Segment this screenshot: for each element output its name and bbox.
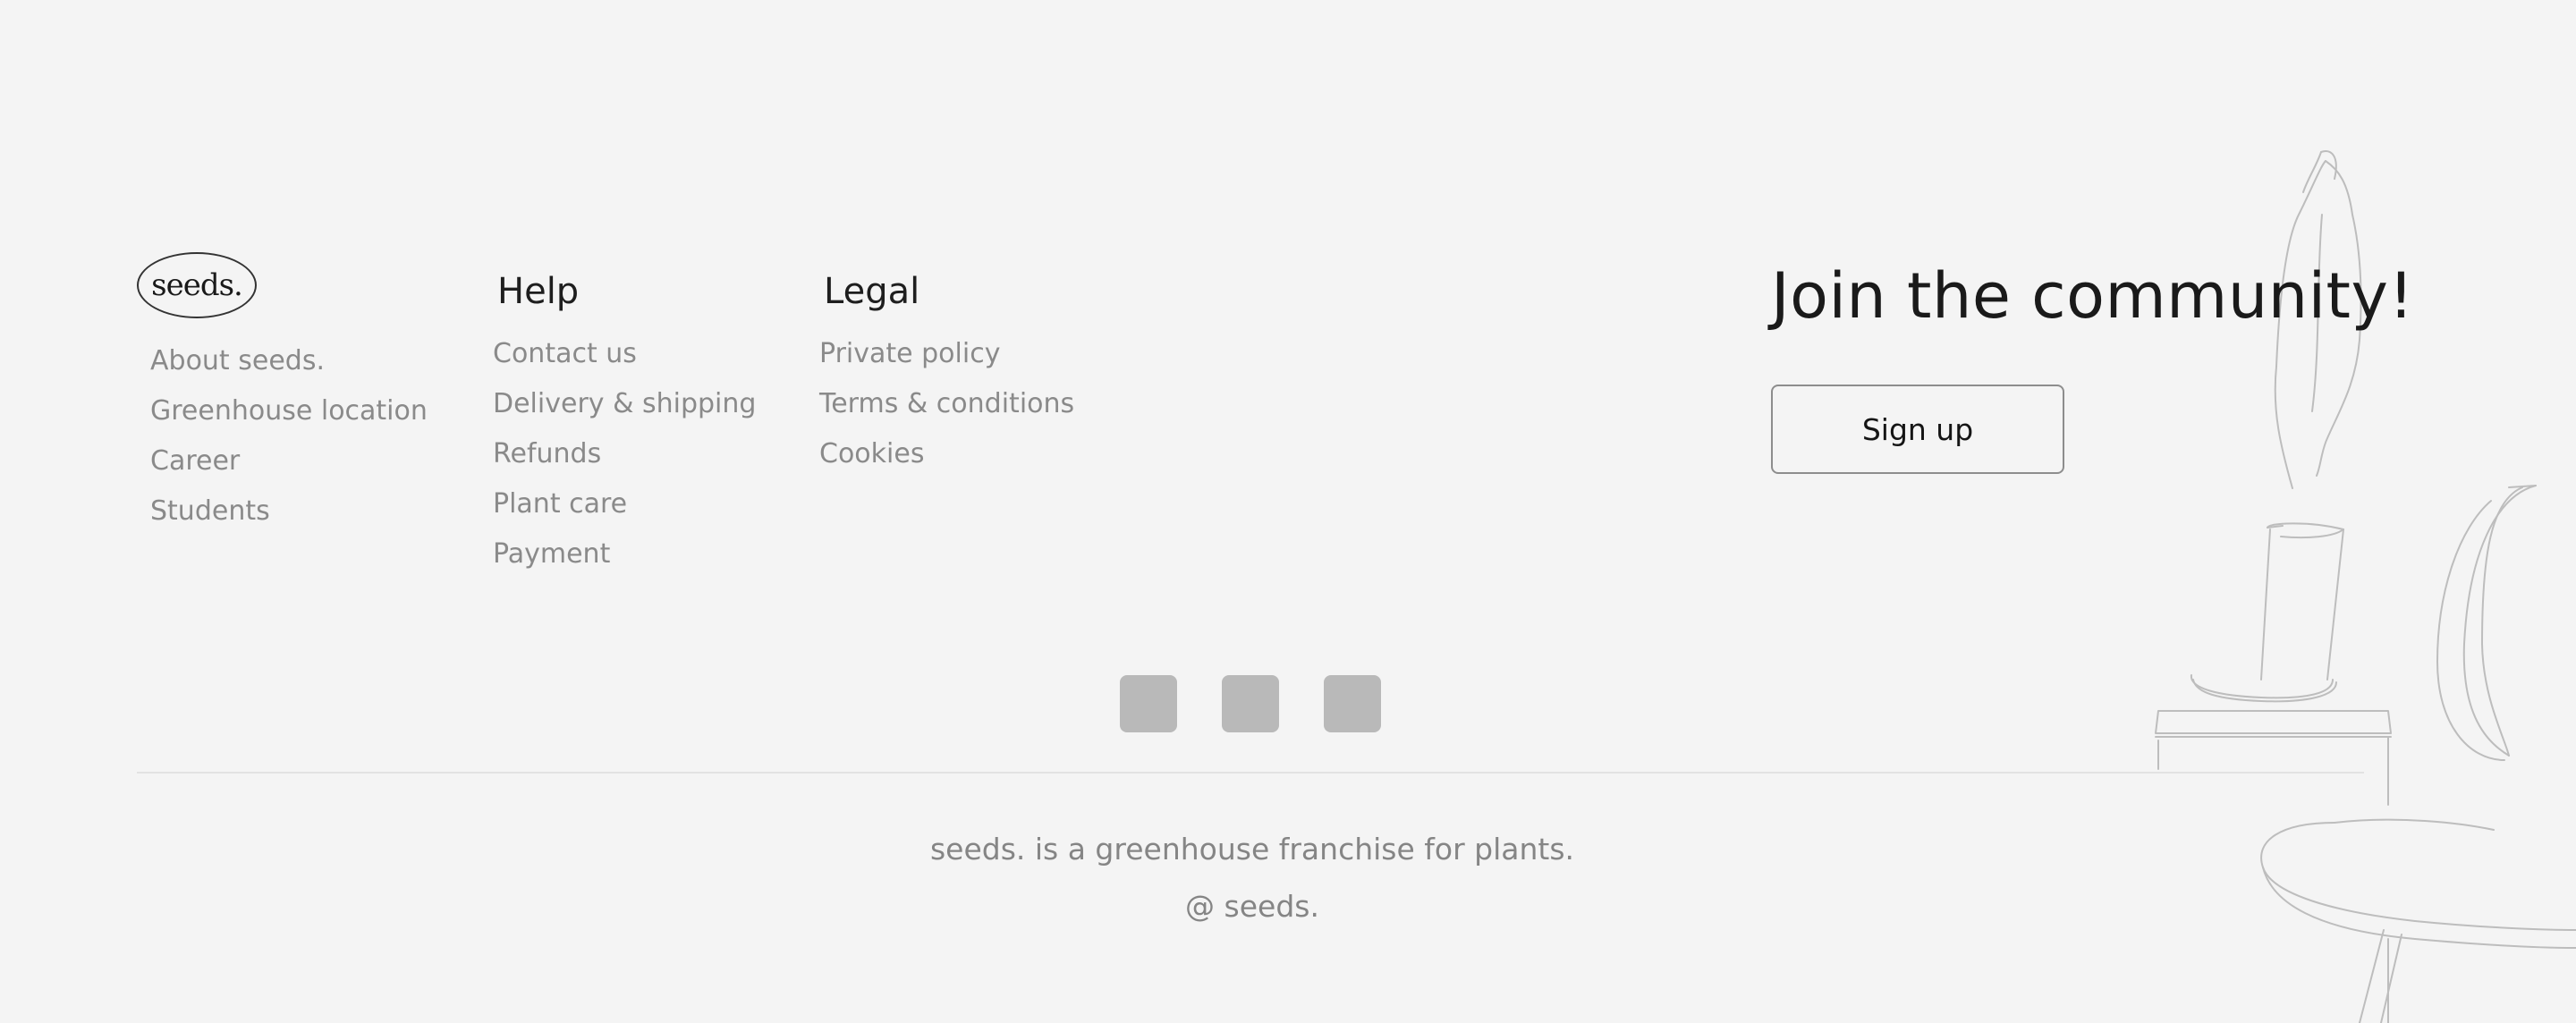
community-heading: Join the community! (1771, 259, 2414, 333)
logo-text: seeds. (151, 267, 243, 303)
footer-link-greenhouse-location[interactable]: Greenhouse location (150, 386, 428, 436)
legal-heading: Legal (824, 271, 920, 312)
footer-column-legal: Legal Private policy Terms & conditions … (819, 270, 1074, 479)
help-heading: Help (497, 271, 580, 312)
social-icon-1[interactable] (1120, 675, 1177, 732)
footer-divider (137, 772, 2364, 774)
footer-link-students[interactable]: Students (150, 486, 428, 537)
social-icon-2[interactable] (1222, 675, 1279, 732)
footer-link-plant-care[interactable]: Plant care (493, 479, 756, 529)
social-icon-3[interactable] (1324, 675, 1381, 732)
footer-link-payment[interactable]: Payment (493, 529, 756, 579)
footer-link-career[interactable]: Career (150, 436, 428, 486)
footer-link-refunds[interactable]: Refunds (493, 429, 756, 479)
footer-link-about[interactable]: About seeds. (150, 336, 428, 386)
social-links (1120, 675, 1381, 732)
footer-link-privacy-policy[interactable]: Private policy (819, 329, 1074, 379)
footer-link-delivery-shipping[interactable]: Delivery & shipping (493, 379, 756, 429)
sign-up-button[interactable]: Sign up (1771, 385, 2064, 474)
site-footer: seeds. About seeds. Greenhouse location … (0, 0, 2576, 1023)
footer-column-help: Help Contact us Delivery & shipping Refu… (493, 270, 756, 579)
seeds-logo[interactable]: seeds. (137, 252, 257, 318)
footer-column-about: About seeds. Greenhouse location Career … (150, 336, 428, 537)
footer-link-contact-us[interactable]: Contact us (493, 329, 756, 379)
footer-link-cookies[interactable]: Cookies (819, 429, 1074, 479)
footer-link-terms[interactable]: Terms & conditions (819, 379, 1074, 429)
